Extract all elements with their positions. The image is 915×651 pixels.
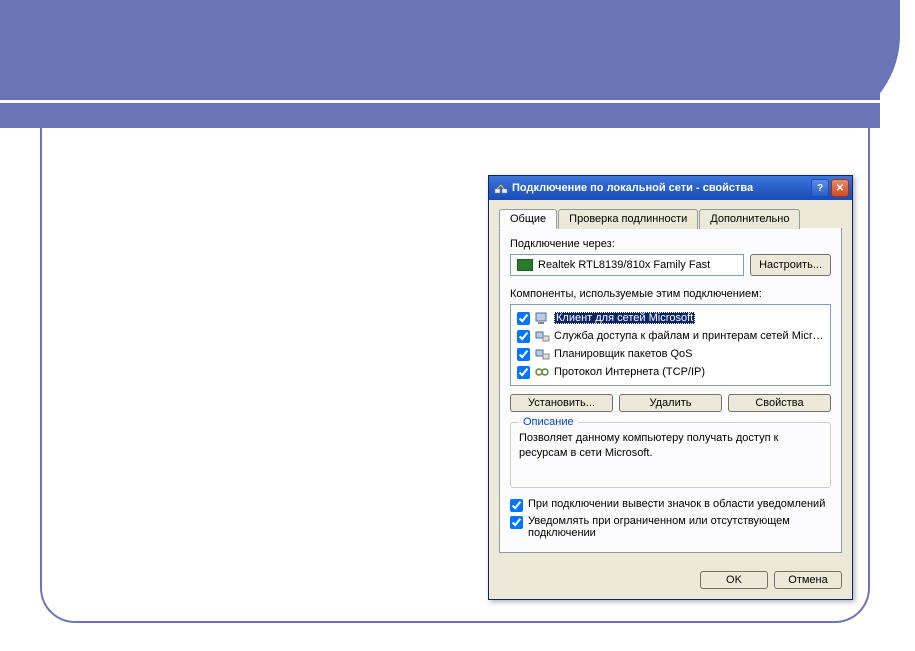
notify-limited-option[interactable]: Уведомлять при ограниченном или отсутств… — [510, 515, 831, 539]
adapter-name: Realtek RTL8139/810x Family Fast — [538, 259, 710, 271]
dialog-footer: OK Отмена — [489, 563, 852, 599]
tab-general[interactable]: Общие — [499, 209, 557, 229]
install-button[interactable]: Установить... — [510, 394, 613, 412]
component-label: Протокол Интернета (TCP/IP) — [554, 366, 705, 378]
cancel-button[interactable]: Отмена — [774, 571, 842, 589]
service-icon — [534, 328, 550, 344]
close-button[interactable]: ✕ — [831, 179, 849, 197]
adapter-box: Realtek RTL8139/810x Family Fast — [510, 254, 744, 276]
description-text: Позволяет данному компьютеру получать до… — [519, 431, 822, 461]
tab-authentication[interactable]: Проверка подлинности — [558, 209, 698, 229]
tab-strip: Общие Проверка подлинности Дополнительно — [499, 208, 842, 229]
network-connection-icon — [494, 181, 508, 195]
service-icon — [534, 346, 550, 362]
components-label: Компоненты, используемые этим подключени… — [510, 288, 831, 300]
component-label: Служба доступа к файлам и принтерам сете… — [554, 330, 824, 342]
client-icon — [534, 310, 550, 326]
component-item[interactable]: Планировщик пакетов QoS — [513, 345, 828, 363]
components-list[interactable]: Клиент для сетей Microsoft Служба доступ… — [510, 304, 831, 386]
help-button[interactable]: ? — [811, 179, 829, 197]
component-checkbox[interactable] — [517, 330, 530, 343]
show-icon-label: При подключении вывести значок в области… — [528, 498, 825, 510]
description-group: Описание Позволяет данному компьютеру по… — [510, 422, 831, 488]
component-checkbox[interactable] — [517, 312, 530, 325]
properties-dialog: Подключение по локальной сети - свойства… — [488, 175, 853, 600]
component-checkbox[interactable] — [517, 348, 530, 361]
show-icon-option[interactable]: При подключении вывести значок в области… — [510, 498, 831, 512]
connect-via-label: Подключение через: — [510, 238, 831, 250]
properties-button[interactable]: Свойства — [728, 394, 831, 412]
component-checkbox[interactable] — [517, 366, 530, 379]
window-title: Подключение по локальной сети - свойства — [512, 182, 811, 194]
tab-panel-general: Подключение через: Realtek RTL8139/810x … — [499, 228, 842, 553]
show-icon-checkbox[interactable] — [510, 499, 523, 512]
nic-icon — [517, 259, 533, 271]
description-legend: Описание — [519, 416, 578, 428]
protocol-icon — [534, 364, 550, 380]
component-label: Клиент для сетей Microsoft — [554, 312, 695, 324]
component-label: Планировщик пакетов QoS — [554, 348, 693, 360]
configure-button[interactable]: Настроить... — [750, 254, 831, 276]
notify-limited-label: Уведомлять при ограниченном или отсутств… — [528, 515, 831, 539]
notify-limited-checkbox[interactable] — [510, 516, 523, 529]
tab-advanced[interactable]: Дополнительно — [699, 209, 800, 229]
ok-button[interactable]: OK — [700, 571, 768, 589]
component-item[interactable]: Протокол Интернета (TCP/IP) — [513, 363, 828, 381]
component-item[interactable]: Клиент для сетей Microsoft — [513, 309, 828, 327]
remove-button[interactable]: Удалить — [619, 394, 722, 412]
component-item[interactable]: Служба доступа к файлам и принтерам сете… — [513, 327, 828, 345]
titlebar[interactable]: Подключение по локальной сети - свойства… — [489, 176, 852, 200]
